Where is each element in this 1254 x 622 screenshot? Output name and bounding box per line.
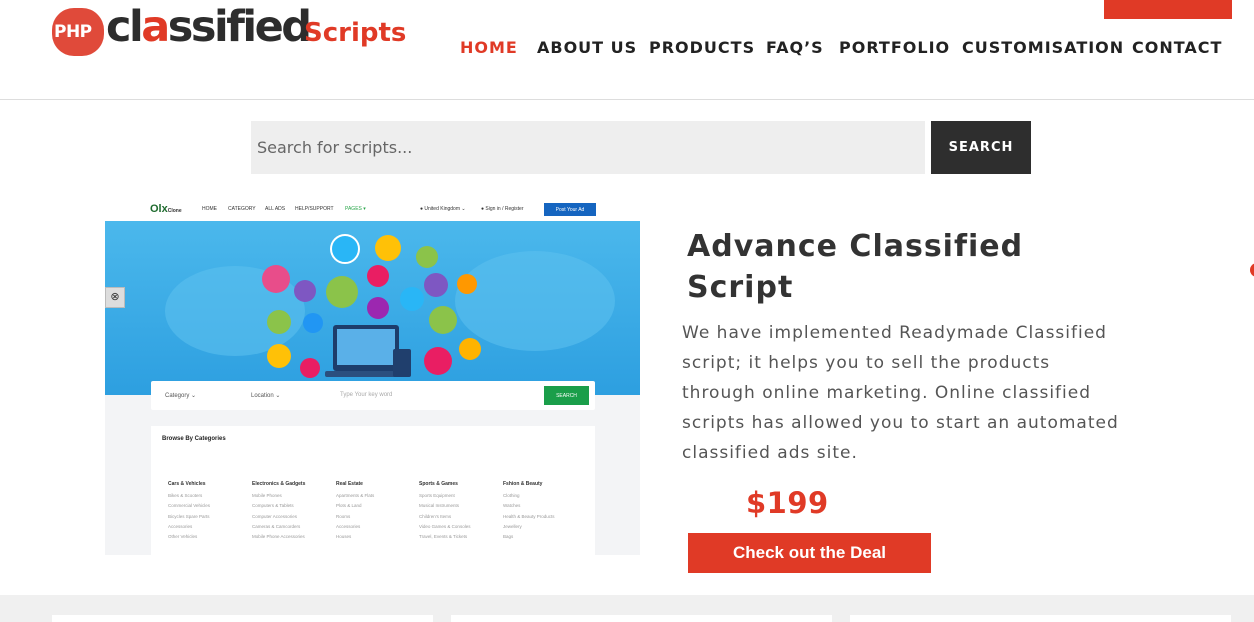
preview-subcategory: Accessories [168, 524, 193, 529]
preview-subcategory: Video Games & Consoles [419, 524, 471, 529]
logo-php-badge: PHP [52, 8, 104, 56]
preview-category-name: Fshion & Beauty [503, 481, 543, 487]
preview-nav-item: HOME [202, 206, 217, 212]
preview-subcategory: Health & Beauty Products [503, 514, 555, 519]
preview-subcategory: Other Vehicles [168, 534, 198, 539]
feature-card [451, 615, 832, 622]
preview-browse-title: Browse By Categories [162, 436, 226, 442]
preview-subcategory: Clothing [503, 493, 520, 498]
product-price: $199 [746, 486, 829, 520]
preview-signin: ● Sign in / Register [481, 206, 524, 212]
preview-subcategory: Cameras & Camcorders [252, 524, 301, 529]
preview-subcategory: Computer Accessories [252, 514, 298, 519]
product-description: We have implemented Readymade Classified… [682, 323, 1119, 463]
preview-post-ad-button: Post Your Ad [544, 203, 596, 216]
preview-subcategory: Bikes & Scooters [168, 493, 203, 498]
logo-word-o: a [141, 2, 170, 52]
preview-category-name: Sports & Games [419, 481, 458, 487]
preview-search-bar: Category ⌄ Location ⌄ Type Your key word… [151, 381, 595, 410]
preview-subcategory: Houses [336, 534, 352, 539]
preview-category-select: Category ⌄ [165, 393, 197, 399]
preview-subcategory: Mobile Phone Accessories [252, 534, 305, 539]
preview-subcategory: Sports Equipment [419, 493, 455, 498]
preview-subcategory: Bicycles Spare Parts [168, 514, 210, 519]
nav-products[interactable]: PRODUCTS [649, 38, 755, 57]
check-out-deal-button[interactable]: Check out the Deal [688, 533, 931, 573]
nav-contact[interactable]: CONTACT [1132, 38, 1222, 57]
preview-header: OlxClone HOME CATEGORY ALL ADS HELP/SUPP… [105, 197, 640, 221]
nav-about-us[interactable]: ABOUT US [537, 38, 637, 57]
logo-word-suffix: ssified [167, 2, 312, 52]
preview-region: ● United Kingdom ⌄ [420, 206, 466, 212]
preview-subcategory: Children's Items [419, 514, 452, 519]
logo-scripts-text: Scripts [304, 18, 407, 48]
nav-home[interactable]: HOME [460, 38, 518, 57]
preview-subcategory: Mobile Phones [252, 493, 282, 498]
top-accent-bar [1104, 0, 1232, 19]
preview-hero-illustration [105, 221, 640, 395]
accessibility-icon[interactable]: ⊗ [105, 287, 125, 308]
preview-nav-item: PAGES ▾ [345, 206, 366, 212]
preview-nav-item: HELP/SUPPORT [295, 206, 334, 212]
search-input[interactable] [251, 121, 925, 174]
hero-illustration-icon [165, 234, 615, 378]
preview-category-name: Cars & Vehicles [168, 481, 206, 487]
nav-customisation[interactable]: CUSTOMISATION [962, 38, 1124, 57]
product-title: Advance Classified Script [687, 229, 1024, 305]
nav-faqs[interactable]: FAQ’S [766, 38, 824, 57]
logo-word-prefix: cl [106, 2, 144, 52]
preview-categories-panel: Browse By Categories Cars & Vehicles Bik… [151, 426, 595, 555]
preview-subcategory: Plots & Land [336, 503, 362, 508]
feature-card [52, 615, 433, 622]
side-scroll-dot[interactable] [1250, 263, 1254, 277]
preview-nav-item: ALL ADS [265, 206, 286, 212]
preview-subcategory: Jewellery [503, 524, 522, 529]
preview-subcategory: Travel, Events & Tickets [419, 534, 468, 539]
preview-location-select: Location ⌄ [251, 393, 281, 399]
logo-wordmark: classified [106, 2, 312, 52]
product-preview-image: OlxClone HOME CATEGORY ALL ADS HELP/SUPP… [105, 197, 640, 555]
preview-category-name: Electronics & Gadgets [252, 481, 306, 487]
preview-subcategory: Commercial Vehicles [168, 503, 211, 508]
preview-subcategory: Musical Instruments [419, 503, 460, 508]
preview-nav-item: CATEGORY [228, 206, 256, 212]
preview-keyword-input: Type Your key word [340, 392, 393, 398]
feature-card [850, 615, 1231, 622]
preview-subcategory: Computers & Tablets [252, 503, 294, 508]
site-logo[interactable]: PHP classified Scripts [50, 2, 410, 60]
preview-category-name: Real Estate [336, 481, 363, 487]
search-button[interactable]: SEARCH [931, 121, 1031, 174]
preview-logo: OlxClone [150, 203, 182, 215]
preview-subcategory: Watches [503, 503, 521, 508]
preview-subcategory: Accessories [336, 524, 361, 529]
preview-subcategory: Bags [503, 534, 514, 539]
preview-subcategory: Apartments & Flats [336, 493, 375, 498]
nav-portfolio[interactable]: PORTFOLIO [839, 38, 950, 57]
preview-search-button: SEARCH [544, 386, 589, 405]
preview-subcategory: Rooms [336, 514, 351, 519]
